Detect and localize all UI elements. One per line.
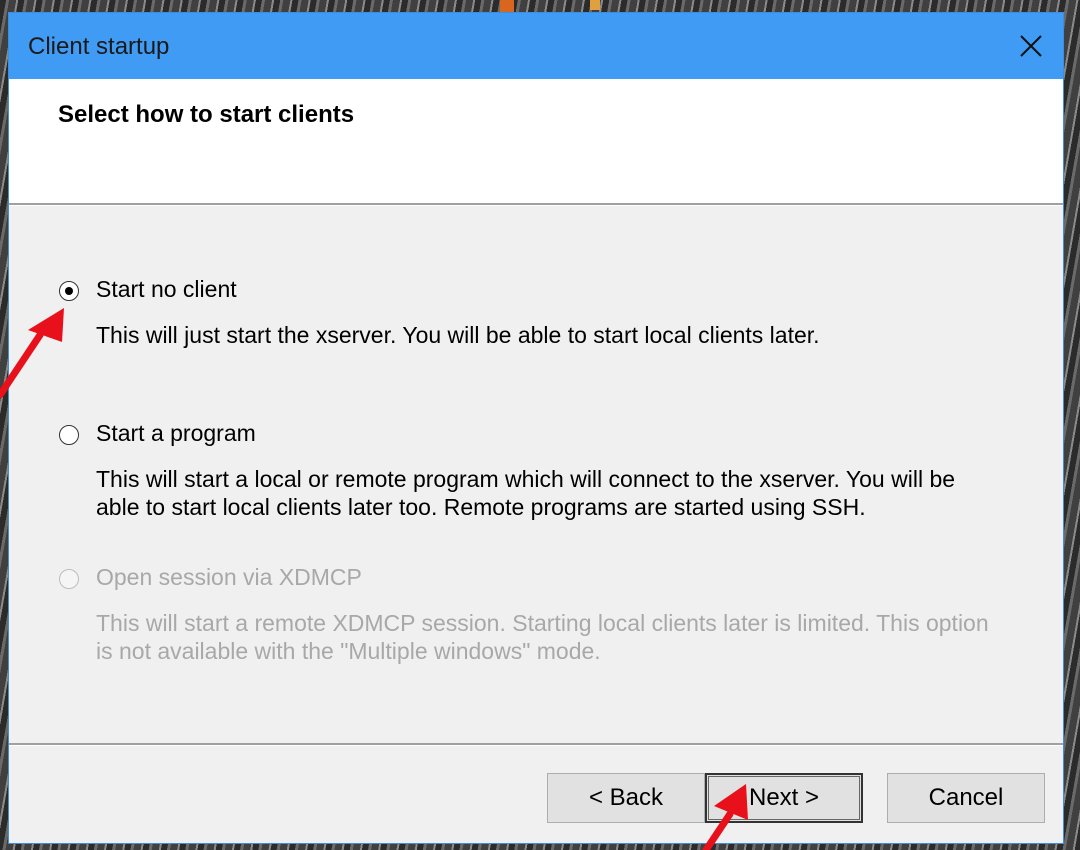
radio-start-a-program[interactable] [59, 425, 79, 445]
option-label: Open session via XDMCP [96, 564, 362, 590]
option-description: This will start a remote XDMCP session. … [96, 610, 989, 664]
radio-selected-dot [65, 287, 73, 295]
background-detail [500, 0, 514, 12]
header-panel: Select how to start clients [9, 79, 1063, 203]
back-button[interactable]: < Back [547, 773, 705, 823]
footer-divider [9, 743, 1063, 746]
option-label[interactable]: Start no client [96, 276, 237, 303]
client-startup-dialog: Client startup Select how to start clien… [8, 12, 1064, 844]
radio-start-no-client[interactable] [59, 281, 79, 301]
cancel-button[interactable]: Cancel [887, 773, 1045, 823]
radio-open-session-xdmcp [59, 569, 79, 589]
option-description: This will just start the xserver. You wi… [96, 322, 820, 348]
option-label[interactable]: Start a program [96, 420, 256, 447]
window-title: Client startup [28, 33, 170, 60]
option-description: This will start a local or remote progra… [96, 466, 956, 520]
background-detail [590, 0, 600, 10]
page-title: Select how to start clients [58, 101, 355, 128]
close-button[interactable] [999, 13, 1063, 79]
header-divider [9, 203, 1063, 206]
title-bar[interactable]: Client startup [9, 13, 1063, 79]
close-icon [1020, 35, 1042, 57]
next-button[interactable]: Next > [705, 773, 863, 823]
